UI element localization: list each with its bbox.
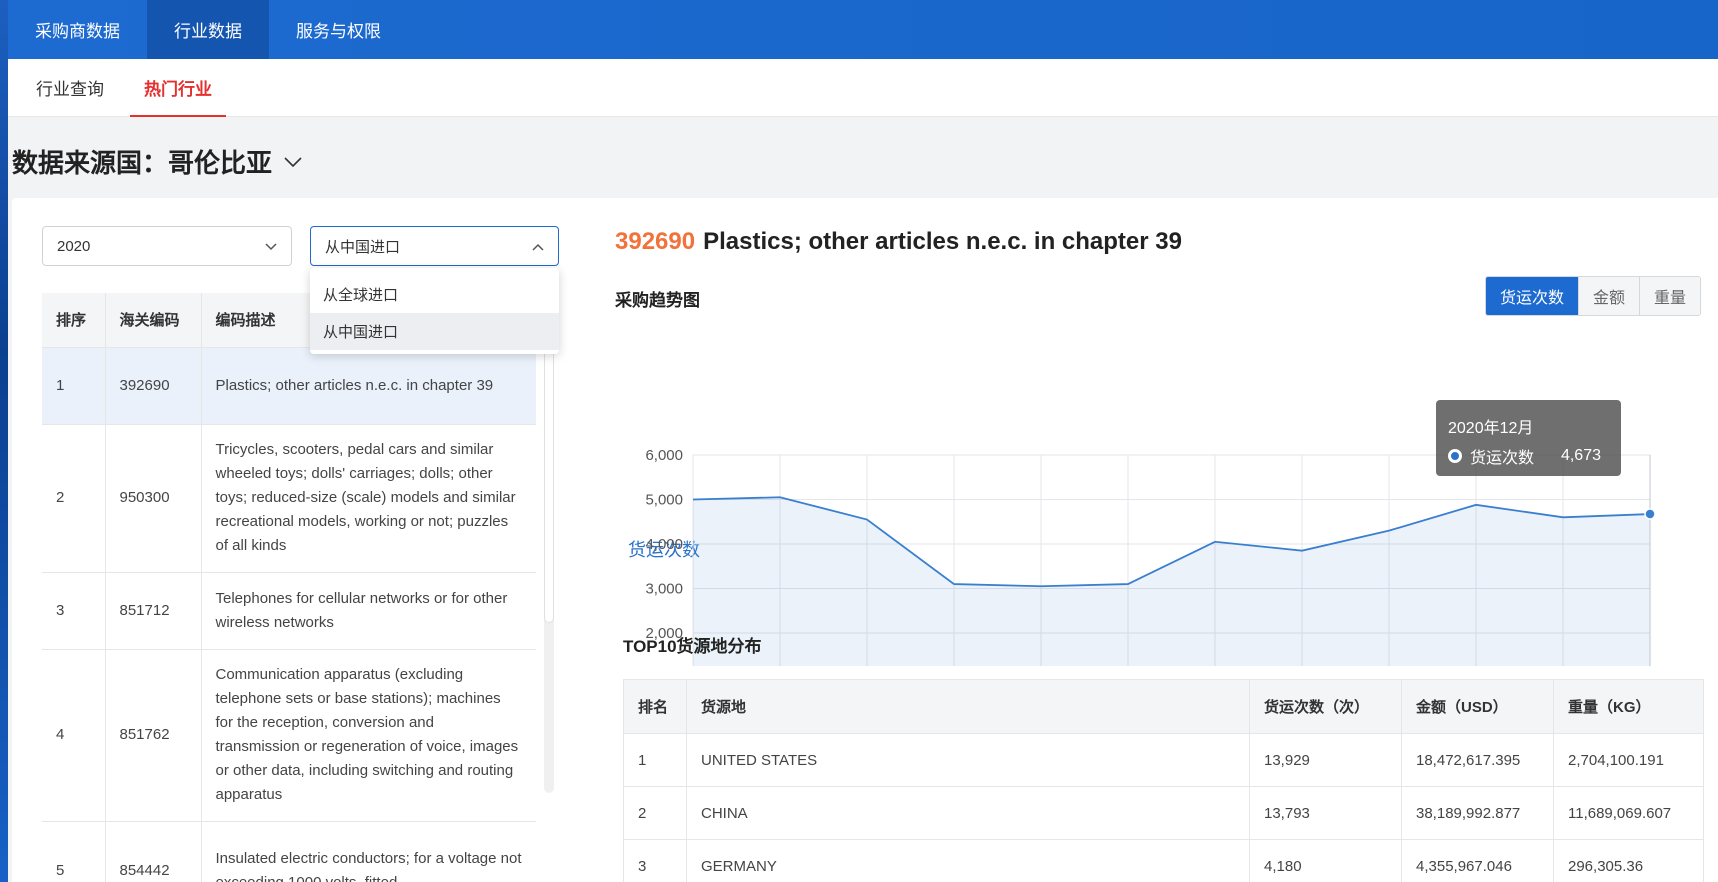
y-tick-label: 5,000	[645, 492, 683, 509]
hs-detail-title: 392690 Plastics; other articles n.e.c. in…	[615, 228, 1182, 256]
col-origin: 货源地	[686, 679, 1250, 734]
source-dropdown: 从全球进口 从中国进口	[310, 268, 559, 354]
cell-shipments: 13,929	[1249, 733, 1402, 787]
table-row[interactable]: 2 CHINA 13,793 38,189,992.877 11,689,069…	[623, 786, 1704, 840]
app-window: 采购商数据 行业数据 服务与权限 行业查询 热门行业 数据来源国：哥伦比亚 20…	[8, 0, 1718, 882]
col-rank: 排名	[623, 679, 687, 734]
source-select[interactable]: 从中国进口	[310, 226, 559, 266]
page-title[interactable]: 数据来源国：哥伦比亚	[12, 143, 304, 180]
col-rank: 排序	[42, 293, 106, 348]
cell-amount: 18,472,617.395	[1401, 733, 1554, 787]
data-point-highlight	[1644, 508, 1656, 520]
source-option-china[interactable]: 从中国进口	[310, 313, 559, 350]
row-code: 392690	[105, 347, 202, 425]
table-scrollbar[interactable]	[544, 293, 554, 793]
table-row[interactable]: 5 854442 Insulated electric conductors; …	[42, 821, 536, 882]
top10-table: 排名 货源地 货运次数（次） 金额（USD） 重量（KG） 1 UNITED S…	[623, 679, 1704, 882]
year-select-value: 2020	[57, 237, 91, 255]
cell-amount: 38,189,992.877	[1401, 786, 1554, 840]
chevron-up-icon	[532, 243, 544, 251]
cell-weight: 11,689,069.607	[1553, 786, 1704, 840]
year-select[interactable]: 2020	[42, 226, 292, 266]
right-panel: 392690 Plastics; other articles n.e.c. in…	[586, 198, 1718, 882]
cell-weight: 296,305.36	[1553, 839, 1704, 882]
cell-weight: 2,704,100.191	[1553, 733, 1704, 787]
nav-buyer-data[interactable]: 采购商数据	[8, 0, 147, 59]
top10-label: TOP10货源地分布	[623, 637, 762, 656]
cell-origin: CHINA	[686, 786, 1250, 840]
row-description: Plastics; other articles n.e.c. in chapt…	[201, 347, 536, 425]
col-weight: 重量（KG）	[1553, 679, 1704, 734]
table-row[interactable]: 3 GERMANY 4,180 4,355,967.046 296,305.36	[623, 839, 1704, 882]
tab-hot-industry[interactable]: 热门行业	[130, 59, 226, 117]
row-description: Communication apparatus (excluding telep…	[201, 649, 536, 822]
metric-shipments-button[interactable]: 货运次数	[1486, 277, 1579, 315]
chevron-down-icon	[265, 243, 277, 251]
nav-service-permissions[interactable]: 服务与权限	[269, 0, 408, 59]
page-title-text: 数据来源国：哥伦比亚	[12, 148, 273, 178]
series-area	[693, 497, 1650, 666]
row-code: 851762	[105, 649, 202, 822]
row-code: 851712	[105, 572, 202, 650]
hs-code-table: 排序 海关编码 编码描述 1 392690 Plastics; other ar…	[42, 293, 536, 882]
trend-label: 采购趋势图	[615, 291, 700, 310]
row-rank: 2	[42, 424, 106, 573]
hs-detail-name: Plastics; other articles n.e.c. in chapt…	[703, 228, 1182, 255]
y-tick-label: 4,000	[645, 536, 683, 553]
col-hs-code: 海关编码	[105, 293, 202, 348]
cell-rank: 2	[623, 786, 687, 840]
row-description: Tricycles, scooters, pedal cars and simi…	[201, 424, 536, 573]
row-rank: 3	[42, 572, 106, 650]
y-tick-label: 6,000	[645, 447, 683, 464]
cell-shipments: 13,793	[1249, 786, 1402, 840]
cell-origin: UNITED STATES	[686, 733, 1250, 787]
table-row[interactable]: 2 950300 Tricycles, scooters, pedal cars…	[42, 424, 536, 573]
hs-detail-code: 392690	[615, 228, 696, 255]
cell-origin: GERMANY	[686, 839, 1250, 882]
table-row[interactable]: 1 392690 Plastics; other articles n.e.c.…	[42, 347, 536, 425]
sub-nav: 行业查询 热门行业	[8, 59, 1718, 117]
background-strip	[0, 0, 8, 882]
chevron-down-icon	[284, 156, 302, 167]
source-option-global[interactable]: 从全球进口	[310, 276, 559, 313]
col-shipments: 货运次数（次）	[1249, 679, 1402, 734]
table-row[interactable]: 4 851762 Communication apparatus (exclud…	[42, 649, 536, 822]
metric-amount-button[interactable]: 金额	[1578, 277, 1640, 315]
col-amount: 金额（USD）	[1401, 679, 1554, 734]
nav-industry-data[interactable]: 行业数据	[147, 0, 269, 59]
table-row[interactable]: 1 UNITED STATES 13,929 18,472,617.395 2,…	[623, 733, 1704, 787]
tooltip-series: 货运次数	[1470, 450, 1535, 467]
tooltip-value: 4,673	[1560, 447, 1601, 464]
source-select-value: 从中国进口	[325, 238, 401, 256]
table-row[interactable]: 3 851712 Telephones for cellular network…	[42, 572, 536, 650]
row-rank: 1	[42, 347, 106, 425]
chart-tooltip: 2020年12月 货运次数 4,673	[1436, 400, 1621, 476]
row-code: 950300	[105, 424, 202, 573]
row-description: Insulated electric conductors; for a vol…	[201, 821, 536, 882]
row-rank: 4	[42, 649, 106, 822]
metric-toggle: 货运次数 金额 重量	[1485, 276, 1702, 316]
y-tick-label: 3,000	[645, 581, 683, 598]
cell-shipments: 4,180	[1249, 839, 1402, 882]
tooltip-row: 货运次数 4,673	[1448, 444, 1609, 468]
left-panel: 2020 从中国进口 从全球进口 从中国进口 排序 海关编码 编码描述 1 39…	[12, 198, 592, 882]
top-nav: 采购商数据 行业数据 服务与权限	[8, 0, 1718, 59]
table-header-row: 排名 货源地 货运次数（次） 金额（USD） 重量（KG）	[623, 679, 1704, 734]
trend-chart: 货运次数 01,0002,0003,0004,0005,0006,0002020…	[628, 447, 1656, 666]
tooltip-title: 2020年12月	[1448, 420, 1534, 437]
series-dot-icon	[1448, 449, 1462, 463]
row-rank: 5	[42, 821, 106, 882]
tab-industry-query[interactable]: 行业查询	[22, 59, 118, 116]
row-description: Telephones for cellular networks or for …	[201, 572, 536, 650]
row-code: 854442	[105, 821, 202, 882]
metric-weight-button[interactable]: 重量	[1639, 277, 1701, 315]
cell-amount: 4,355,967.046	[1401, 839, 1554, 882]
cell-rank: 3	[623, 839, 687, 882]
cell-rank: 1	[623, 733, 687, 787]
